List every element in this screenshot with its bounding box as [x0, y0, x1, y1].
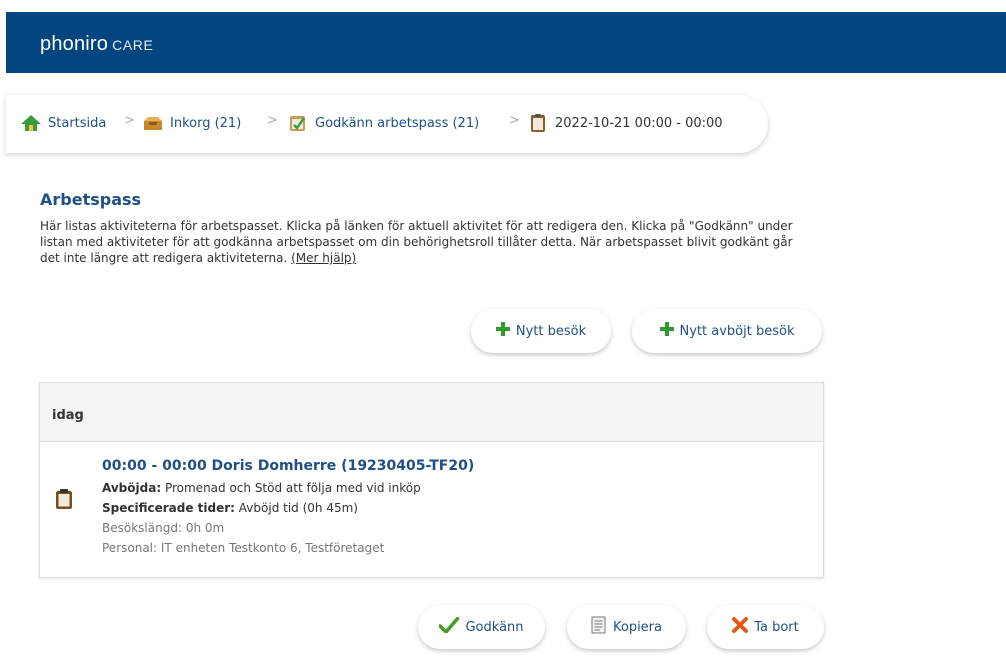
breadcrumb-separator: >: [267, 113, 278, 128]
list-item: 00:00 - 00:00 Doris Domherre (19230405-T…: [40, 442, 823, 577]
delete-x-icon: [732, 617, 749, 637]
plus-icon: [495, 322, 510, 340]
staff-value: IT enheten Testkonto 6, Testföretaget: [160, 541, 385, 555]
copy-label: Kopiera: [612, 619, 662, 635]
approve-label: Godkänn: [465, 619, 524, 635]
specified-times-label: Specificerade tider:: [102, 501, 235, 515]
breadcrumb-item-startsida[interactable]: Startsida: [20, 113, 106, 133]
new-visit-button[interactable]: Nytt besök: [471, 309, 611, 353]
intro-text: Här listas aktiviteterna för arbetspasse…: [40, 219, 793, 265]
brand-suffix: CARE: [112, 37, 154, 53]
clipboard-icon: [527, 113, 549, 133]
visit-duration-line: Besökslängd: 0h 0m: [102, 521, 224, 535]
new-declined-visit-button[interactable]: Nytt avböjt besök: [632, 309, 822, 353]
declined-line: Avböjda: Promenad och Stöd att följa med…: [102, 481, 421, 495]
specified-times-value: Avböjd tid (0h 45m): [238, 501, 358, 515]
breadcrumb-label: Godkänn arbetspass (21): [315, 115, 480, 131]
staff-line: Personal: IT enheten Testkonto 6, Testfö…: [102, 541, 384, 555]
breadcrumb-label: Startsida: [48, 115, 107, 131]
activity-link[interactable]: 00:00 - 00:00 Doris Domherre (19230405-T…: [102, 458, 474, 474]
checkmark-icon: [438, 616, 461, 637]
breadcrumb-item-current-shift: 2022-10-21 00:00 - 00:00: [527, 113, 723, 133]
breadcrumb-label: 2022-10-21 00:00 - 00:00: [555, 115, 723, 131]
breadcrumb: Startsida > Inkorg (21) > Godkänn arbets…: [6, 95, 768, 153]
breadcrumb-separator: >: [509, 113, 520, 128]
declined-label: Avböjda:: [102, 481, 162, 495]
staff-label: Personal:: [102, 541, 158, 555]
plus-icon: [659, 322, 674, 340]
inbox-icon: [142, 113, 164, 133]
clipboard-icon: [55, 488, 73, 514]
breadcrumb-label: Inkorg (21): [170, 115, 242, 131]
breadcrumb-item-godkann-arbetspass[interactable]: Godkänn arbetspass (21): [287, 113, 479, 133]
app-logo[interactable]: phoniro CARE: [40, 33, 153, 56]
top-header-bar: phoniro CARE: [6, 12, 1006, 73]
declined-value: Promenad och Stöd att följa med vid inkö…: [164, 481, 421, 495]
page-intro: Här listas aktiviteterna för arbetspasse…: [40, 218, 810, 266]
activity-list-panel: idag 00:00 - 00:00 Doris Domherre (19230…: [39, 382, 824, 578]
brand-name: phoniro: [40, 33, 109, 55]
approve-button[interactable]: Godkänn: [418, 605, 545, 649]
group-header-label: idag: [52, 408, 84, 423]
breadcrumb-item-inkorg[interactable]: Inkorg (21): [142, 113, 241, 133]
delete-label: Ta bort: [754, 619, 799, 635]
breadcrumb-separator: >: [124, 113, 135, 128]
delete-button[interactable]: Ta bort: [707, 605, 824, 649]
copy-document-icon: [591, 616, 607, 638]
new-declined-visit-label: Nytt avböjt besök: [679, 323, 795, 339]
specified-times-line: Specificerade tider: Avböjd tid (0h 45m): [102, 501, 358, 515]
page-title: Arbetspass: [40, 190, 142, 209]
approve-shift-icon: [287, 113, 309, 133]
new-visit-label: Nytt besök: [515, 323, 587, 339]
visit-duration-label: Besökslängd:: [102, 521, 182, 535]
copy-button[interactable]: Kopiera: [567, 605, 686, 649]
home-icon: [20, 113, 42, 133]
help-link[interactable]: (Mer hjälp): [291, 251, 356, 265]
list-group-header: idag: [40, 383, 823, 442]
visit-duration-value: 0h 0m: [185, 521, 225, 535]
